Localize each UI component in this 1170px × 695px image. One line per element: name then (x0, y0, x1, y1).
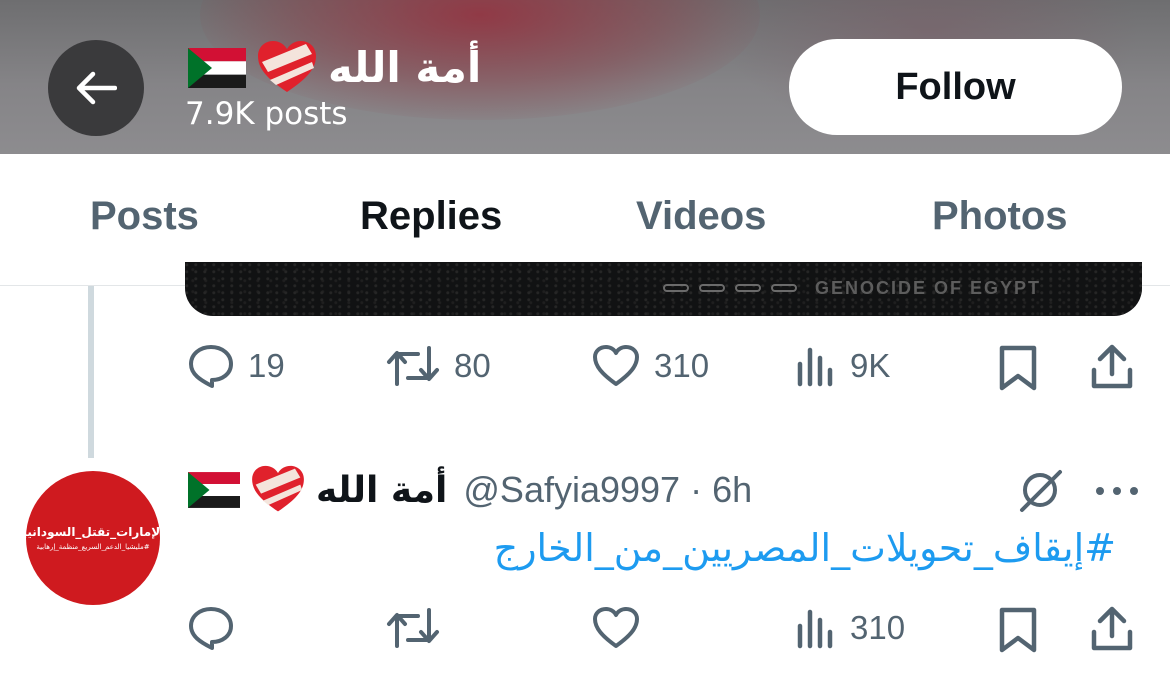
post-header: أمة الله @Safyia9997 · 6h (188, 462, 752, 518)
reply-count: 19 (248, 347, 285, 384)
views-button[interactable]: 310 (796, 606, 905, 650)
post-display-name[interactable]: أمة الله (316, 470, 447, 511)
post-handle[interactable]: @Safyia9997 (463, 469, 680, 511)
grok-icon[interactable] (1016, 466, 1064, 514)
avatar-text: #الإمارات_تقتل_السودانيين (11, 525, 175, 539)
reply-icon (188, 344, 234, 388)
repost-icon (386, 606, 440, 650)
bandaged-heart-icon (256, 40, 318, 96)
more-options-icon[interactable] (1094, 484, 1140, 498)
like-button[interactable] (592, 606, 640, 650)
bandaged-heart-icon (250, 465, 306, 515)
repost-count: 80 (454, 347, 491, 384)
repost-button[interactable] (386, 606, 440, 650)
profile-header: أمة الله 7.9K posts Follow (0, 0, 1170, 154)
tab-posts[interactable]: Posts (90, 194, 199, 239)
heart-icon (592, 606, 640, 650)
meta-separator: · (690, 469, 703, 510)
post-time[interactable]: 6h (712, 469, 752, 511)
media-caption: GENOCIDE OF EGYPT (815, 278, 1042, 298)
share-icon (1090, 344, 1134, 390)
bookmark-icon (998, 344, 1038, 392)
profile-title: أمة الله (188, 38, 481, 98)
sudan-flag-icon (188, 48, 246, 88)
analytics-icon (796, 344, 836, 388)
like-button[interactable]: 310 (592, 344, 709, 388)
tab-photos[interactable]: Photos (932, 194, 1068, 239)
sudan-flag-icon (188, 472, 240, 508)
share-button[interactable] (1090, 606, 1134, 652)
follow-button[interactable]: Follow (789, 39, 1122, 135)
follow-button-label: Follow (895, 65, 1016, 108)
posts-count: 7.9K posts (185, 96, 348, 132)
views-count: 9K (850, 347, 891, 384)
bookmark-button[interactable] (998, 606, 1038, 654)
views-button[interactable]: 9K (796, 344, 890, 388)
share-button[interactable] (1090, 344, 1134, 390)
avatar[interactable]: #الإمارات_تقتل_السودانيين #مليشيا_الدعم_… (12, 471, 174, 605)
repost-icon (386, 344, 440, 388)
tab-videos[interactable]: Videos (636, 194, 766, 239)
like-count: 310 (654, 347, 710, 384)
post-hashtag[interactable]: #إيقاف_تحويلات_المصريين_من_الخارج (494, 526, 1116, 570)
back-button[interactable] (48, 40, 144, 136)
bookmark-button[interactable] (998, 344, 1038, 392)
heart-icon (592, 344, 640, 388)
share-icon (1090, 606, 1134, 652)
back-arrow-icon (75, 71, 117, 105)
post-media[interactable]: GENOCIDE OF EGYPT (185, 262, 1142, 316)
bookmark-icon (998, 606, 1038, 654)
thread-connector-line (88, 286, 94, 458)
tab-replies[interactable]: Replies (360, 194, 502, 239)
reply-icon (188, 606, 234, 650)
views-count: 310 (850, 609, 906, 646)
profile-name: أمة الله (328, 43, 482, 92)
reply-button[interactable]: 19 (188, 344, 285, 388)
reply-button[interactable] (188, 606, 234, 650)
repost-button[interactable]: 80 (386, 344, 491, 388)
avatar-subtext: #مليشيا_الدعم_السريع_منظمة_إرهابية (36, 543, 150, 551)
analytics-icon (796, 606, 836, 650)
